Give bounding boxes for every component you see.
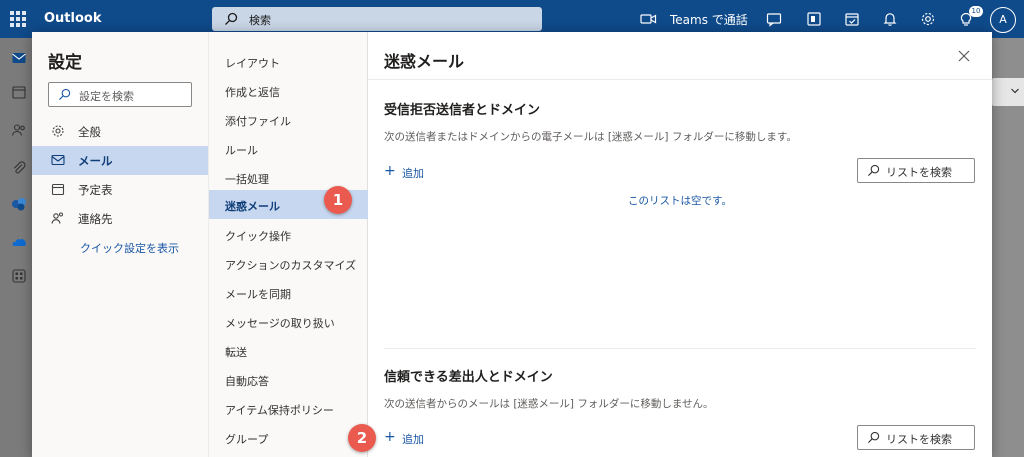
subcategory-sync-email[interactable]: メールを同期 bbox=[209, 278, 368, 307]
subcategory-quick-steps[interactable]: クイック操作 bbox=[209, 220, 368, 249]
blocked-senders-title: 受信拒否送信者とドメイン bbox=[384, 103, 541, 118]
mail-subcategories: レイアウト 作成と返信 添付ファイル ルール 一括処理 迷惑メール クイック操作… bbox=[208, 32, 368, 457]
settings-categories: 設定 設定を検索 全般 メール 予定表 連絡先 クイック設定を表示 bbox=[32, 32, 208, 457]
add-label: 追加 bbox=[402, 433, 424, 446]
subcategory-customize-actions[interactable]: アクションのカスタマイズ bbox=[209, 249, 368, 278]
chevron-down-icon bbox=[1011, 88, 1019, 94]
plus-icon: + bbox=[384, 163, 396, 179]
category-calendar[interactable]: 予定表 bbox=[32, 175, 208, 204]
subcategory-label: 作成と返信 bbox=[225, 86, 280, 99]
blocked-list-search-input[interactable]: リストを検索 bbox=[857, 158, 975, 183]
background-panel bbox=[992, 38, 1024, 457]
subcategory-compose-reply[interactable]: 作成と返信 bbox=[209, 76, 368, 105]
search-icon bbox=[867, 431, 880, 444]
subcategory-label: 自動応答 bbox=[225, 375, 269, 388]
safe-senders-description: 次の送信者からのメールは [迷惑メール] フォルダーに移動しません。 bbox=[384, 398, 714, 410]
more-apps-icon[interactable] bbox=[11, 268, 27, 284]
calendar-icon[interactable] bbox=[11, 84, 27, 100]
close-icon[interactable] bbox=[958, 50, 970, 62]
subcategory-label: メールを同期 bbox=[225, 288, 291, 301]
pane-title: 迷惑メール bbox=[384, 52, 465, 71]
settings-search-input[interactable]: 設定を検索 bbox=[48, 82, 192, 107]
subcategory-message-handling[interactable]: メッセージの取り扱い bbox=[209, 307, 368, 336]
teams-app-icon[interactable] bbox=[11, 196, 27, 212]
subcategory-automatic-replies[interactable]: 自動応答 bbox=[209, 365, 368, 394]
blocked-senders-description: 次の送信者またはドメインからの電子メールは [迷惑メール] フォルダーに移動しま… bbox=[384, 131, 797, 143]
subcategory-label: メッセージの取り扱い bbox=[225, 317, 335, 330]
subcategory-label: アクションのカスタマイズ bbox=[225, 259, 357, 272]
category-general[interactable]: 全般 bbox=[32, 117, 208, 146]
safe-senders-title: 信頼できる差出人とドメイン bbox=[384, 370, 553, 385]
category-label: メール bbox=[78, 154, 113, 168]
step-marker-1: 1 bbox=[324, 186, 352, 214]
quick-settings-link[interactable]: クイック設定を表示 bbox=[80, 240, 179, 256]
attachment-icon[interactable] bbox=[11, 160, 27, 176]
list-search-placeholder: リストを検索 bbox=[886, 166, 952, 179]
subcategory-groups[interactable]: グループ bbox=[209, 423, 368, 452]
list-search-placeholder: リストを検索 bbox=[886, 433, 952, 446]
step-marker-2: 2 bbox=[348, 424, 376, 452]
subcategory-retention-policies[interactable]: アイテム保持ポリシー bbox=[209, 394, 368, 423]
divider bbox=[384, 348, 976, 349]
subcategory-label: 添付ファイル bbox=[225, 115, 291, 128]
settings-dialog: 設定 設定を検索 全般 メール 予定表 連絡先 クイック設定を表示 レイアウト … bbox=[32, 32, 992, 457]
subcategory-label: 転送 bbox=[225, 346, 247, 359]
subcategory-label: グループ bbox=[225, 433, 269, 446]
gear-icon bbox=[52, 125, 64, 137]
onedrive-icon[interactable] bbox=[11, 234, 27, 250]
video-call-icon[interactable] bbox=[640, 12, 657, 26]
search-icon bbox=[225, 12, 238, 25]
category-label: 予定表 bbox=[78, 183, 113, 197]
subcategory-rules[interactable]: ルール bbox=[209, 134, 368, 163]
settings-title: 設定 bbox=[48, 53, 82, 73]
safe-list-search-input[interactable]: リストを検索 bbox=[857, 425, 975, 450]
category-people[interactable]: 連絡先 bbox=[32, 204, 208, 233]
category-label: 連絡先 bbox=[78, 212, 113, 226]
calendar-icon bbox=[51, 183, 65, 196]
gear-icon[interactable] bbox=[920, 11, 936, 27]
mail-icon bbox=[51, 154, 65, 166]
bell-icon[interactable] bbox=[882, 11, 898, 27]
empty-list-message: このリストは空です。 bbox=[628, 195, 732, 207]
subcategory-label: 一括処理 bbox=[225, 173, 269, 186]
app-launcher-icon[interactable] bbox=[10, 11, 26, 27]
search-icon bbox=[867, 164, 880, 177]
category-mail[interactable]: メール bbox=[32, 146, 208, 175]
search-box[interactable]: 検索 bbox=[212, 7, 542, 31]
subcategory-attachments[interactable]: 添付ファイル bbox=[209, 105, 368, 134]
notification-badge: 10 bbox=[969, 6, 983, 17]
plus-icon: + bbox=[384, 429, 396, 445]
avatar[interactable]: A bbox=[990, 7, 1016, 33]
subcategory-layout[interactable]: レイアウト bbox=[209, 47, 368, 76]
category-label: 全般 bbox=[78, 125, 101, 139]
search-placeholder: 検索 bbox=[249, 14, 271, 27]
search-icon bbox=[58, 88, 71, 101]
junk-email-pane: 迷惑メール 受信拒否送信者とドメイン 次の送信者またはドメインからの電子メールは… bbox=[368, 32, 992, 457]
divider bbox=[368, 79, 992, 80]
subcategory-label: ルール bbox=[225, 144, 258, 157]
subcategory-forwarding[interactable]: 転送 bbox=[209, 336, 368, 365]
mail-icon[interactable] bbox=[11, 50, 27, 66]
chat-icon[interactable] bbox=[766, 11, 782, 27]
people-icon bbox=[51, 212, 63, 224]
calendar-check-icon[interactable] bbox=[844, 11, 860, 27]
add-label: 追加 bbox=[402, 167, 424, 180]
subcategory-label: レイアウト bbox=[225, 57, 280, 70]
subcategory-label: アイテム保持ポリシー bbox=[225, 404, 334, 417]
people-icon[interactable] bbox=[11, 122, 27, 138]
office-icon[interactable] bbox=[806, 11, 822, 27]
app-name[interactable]: Outlook bbox=[44, 11, 101, 26]
subcategory-label: 迷惑メール bbox=[225, 200, 280, 213]
settings-search-placeholder: 設定を検索 bbox=[79, 90, 134, 103]
teams-call-button[interactable]: Teams で通話 bbox=[670, 11, 748, 28]
subcategory-label: クイック操作 bbox=[225, 230, 291, 243]
